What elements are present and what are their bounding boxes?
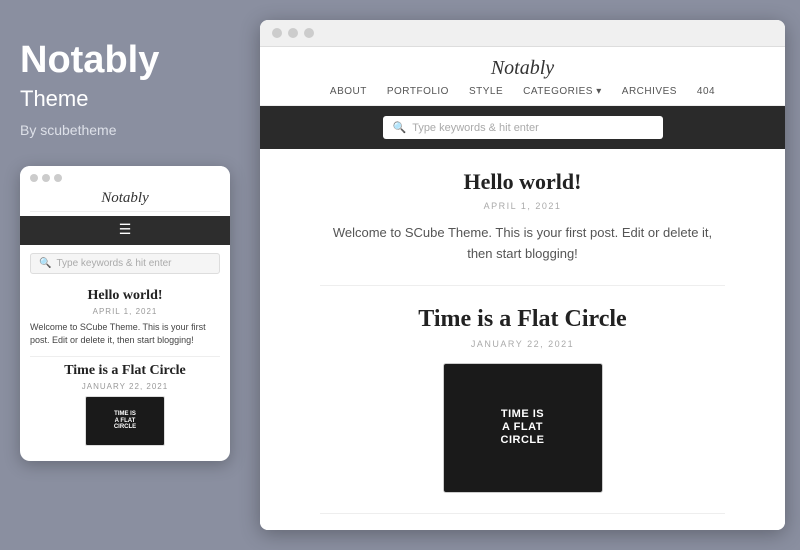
- mobile-search-icon: 🔍: [39, 258, 51, 269]
- mobile-site-title: Notably: [30, 188, 220, 212]
- mobile-search-placeholder: Type keywords & hit enter: [56, 258, 171, 269]
- left-panel: Notably Theme By scubetheme Notably ☰ 🔍 …: [0, 0, 250, 550]
- mobile-dots: [30, 174, 220, 182]
- left-title: Notably: [20, 40, 225, 82]
- desktop-post2: Time is a Flat Circle JANUARY 22, 2021 T…: [320, 306, 725, 514]
- mobile-post1-title: Hello world!: [30, 288, 220, 304]
- mobile-nav-bar: ☰: [20, 216, 230, 245]
- desktop-site-header: Notably ABOUT PORTFOLIO STYLE CATEGORIES…: [260, 47, 785, 106]
- left-subtitle: Theme: [20, 86, 225, 112]
- desktop-post1: Hello world! APRIL 1, 2021 Welcome to SC…: [320, 169, 725, 286]
- mobile-title-bar: Notably: [20, 166, 230, 216]
- mobile-thumb: TIME ISA FLATCIRCLE: [85, 396, 165, 446]
- desktop-main: Hello world! APRIL 1, 2021 Welcome to SC…: [260, 149, 785, 530]
- desktop-dot-3: [304, 28, 314, 38]
- desktop-site-title: Notably: [280, 57, 765, 80]
- desktop-search-placeholder: Type keywords & hit enter: [412, 122, 539, 134]
- mobile-divider: [30, 356, 220, 357]
- desktop-post2-date: JANUARY 22, 2021: [320, 339, 725, 349]
- desktop-dot-1: [272, 28, 282, 38]
- desktop-thumb-area: TIME ISA FLATCIRCLE: [320, 363, 725, 493]
- nav-portfolio[interactable]: PORTFOLIO: [387, 86, 449, 97]
- nav-categories[interactable]: CATEGORIES ▾: [523, 86, 602, 97]
- desktop-mockup: Notably ABOUT PORTFOLIO STYLE CATEGORIES…: [260, 20, 785, 530]
- desktop-post2-title: Time is a Flat Circle: [320, 306, 725, 333]
- mobile-post2-title: Time is a Flat Circle: [30, 363, 220, 379]
- desktop-dot-2: [288, 28, 298, 38]
- mobile-mockup: Notably ☰ 🔍 Type keywords & hit enter He…: [20, 166, 230, 461]
- mobile-dot-3: [54, 174, 62, 182]
- mobile-post1-date: APRIL 1, 2021: [30, 307, 220, 316]
- mobile-thumb-area: TIME ISA FLATCIRCLE: [30, 396, 220, 446]
- hamburger-icon: ☰: [119, 222, 132, 239]
- desktop-thumb: TIME ISA FLATCIRCLE: [443, 363, 603, 493]
- desktop-search-box[interactable]: 🔍 Type keywords & hit enter: [383, 116, 663, 139]
- nav-style[interactable]: STYLE: [469, 86, 503, 97]
- desktop-dark-bar: 🔍 Type keywords & hit enter: [260, 106, 785, 149]
- left-author: By scubetheme: [20, 122, 225, 138]
- desktop-post1-title: Hello world!: [320, 169, 725, 195]
- mobile-thumb-text: TIME ISA FLATCIRCLE: [114, 411, 136, 431]
- desktop-post1-date: APRIL 1, 2021: [320, 201, 725, 211]
- mobile-dot-2: [42, 174, 50, 182]
- nav-about[interactable]: ABOUT: [330, 86, 367, 97]
- desktop-titlebar: [260, 20, 785, 47]
- mobile-content: Hello world! APRIL 1, 2021 Welcome to SC…: [20, 282, 230, 452]
- mobile-post1-excerpt: Welcome to SCube Theme. This is your fir…: [30, 321, 220, 348]
- mobile-search-box[interactable]: 🔍 Type keywords & hit enter: [30, 253, 220, 274]
- nav-archives[interactable]: ARCHIVES: [622, 86, 677, 97]
- desktop-thumb-text: TIME ISA FLATCIRCLE: [501, 408, 545, 448]
- mobile-dot-1: [30, 174, 38, 182]
- desktop-search-icon: 🔍: [393, 121, 407, 134]
- desktop-post1-excerpt: Welcome to SCube Theme. This is your fir…: [320, 223, 725, 265]
- mobile-post2-date: JANUARY 22, 2021: [30, 382, 220, 391]
- nav-404[interactable]: 404: [697, 86, 715, 97]
- desktop-nav: ABOUT PORTFOLIO STYLE CATEGORIES ▾ ARCHI…: [280, 86, 765, 97]
